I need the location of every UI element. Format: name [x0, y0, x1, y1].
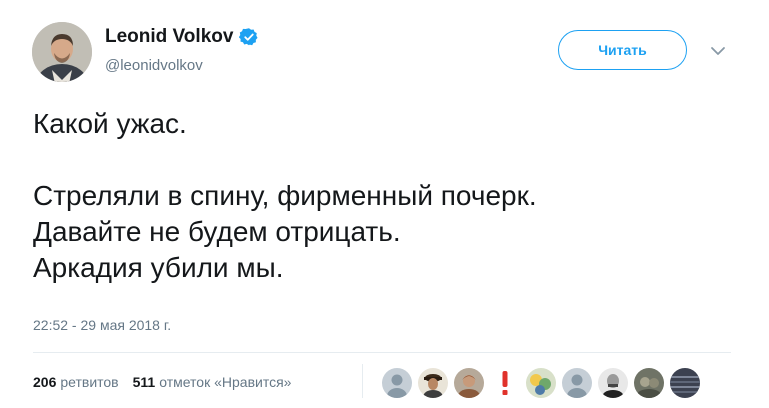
tweet-stats: 206 ретвитов 511 отметок «Нравится» — [33, 374, 291, 390]
retweets-count: 206 — [33, 374, 57, 390]
author-name-text: Leonid Volkov — [105, 26, 234, 47]
retweets-label: ретвитов — [60, 374, 119, 390]
user-avatar-icon[interactable] — [598, 368, 628, 398]
tweet-line: Стреляли в спину, фирменный почерк. — [33, 180, 537, 211]
user-avatar-icon[interactable] — [670, 368, 700, 398]
user-avatar-icon[interactable] — [526, 368, 556, 398]
tweet-timestamp[interactable]: 22:52 - 29 мая 2018 г. — [33, 317, 171, 333]
tweet-line: Какой ужас. — [33, 108, 187, 139]
user-avatar-icon[interactable] — [418, 368, 448, 398]
retweets-stat[interactable]: 206 ретвитов — [33, 374, 119, 390]
exclamation-avatar-icon[interactable] — [490, 368, 520, 398]
stats-divider — [362, 364, 363, 398]
user-avatar-icon[interactable] — [634, 368, 664, 398]
likes-label: отметок «Нравится» — [159, 374, 292, 390]
tweet-line: Давайте не будем отрицать. — [33, 216, 401, 247]
author-handle[interactable]: @leonidvolkov — [105, 57, 203, 74]
tweet-text: Какой ужас. Стреляли в спину, фирменный … — [33, 106, 743, 286]
author-avatar-image — [32, 22, 92, 82]
tweet-line: Аркадия убили мы. — [33, 252, 284, 283]
divider — [33, 352, 731, 353]
likers-list — [382, 368, 706, 398]
user-avatar-icon[interactable] — [454, 368, 484, 398]
likes-stat[interactable]: 511 отметок «Нравится» — [133, 374, 292, 390]
likes-count: 511 — [132, 374, 156, 390]
author-display-name[interactable]: Leonid Volkov — [105, 26, 259, 48]
chevron-down-icon[interactable] — [710, 44, 726, 56]
verified-badge-icon — [239, 27, 259, 47]
default-avatar-icon[interactable] — [382, 368, 412, 398]
author-avatar[interactable] — [32, 22, 92, 82]
follow-button[interactable]: Читать — [558, 30, 687, 70]
default-avatar-icon[interactable] — [562, 368, 592, 398]
